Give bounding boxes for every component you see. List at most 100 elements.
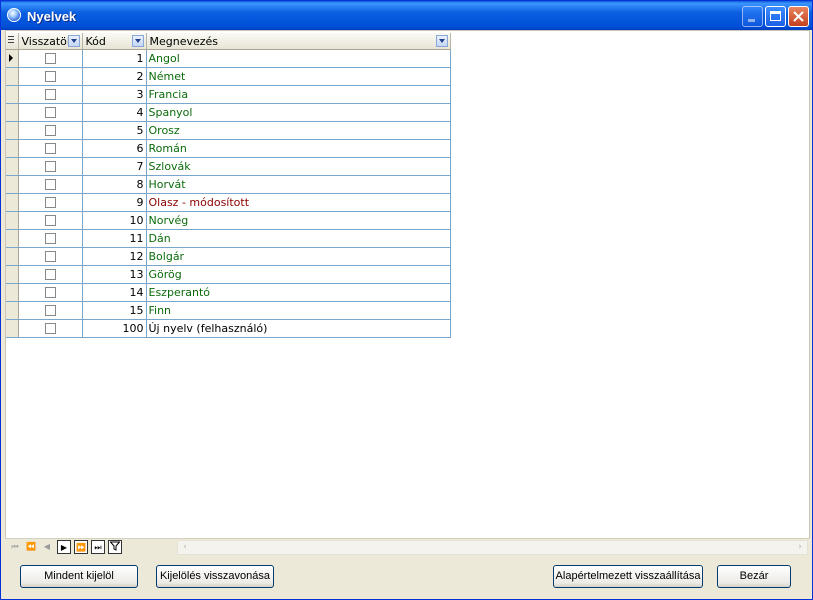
code-cell[interactable]: 9: [82, 193, 147, 212]
restore-cell[interactable]: [18, 67, 83, 86]
name-cell[interactable]: Eszperantó: [146, 283, 451, 302]
name-cell[interactable]: Görög: [146, 265, 451, 284]
name-cell[interactable]: Új nyelv (felhasználó): [146, 319, 451, 338]
name-cell[interactable]: Francia: [146, 85, 451, 104]
name-cell[interactable]: Orosz: [146, 121, 451, 140]
row-selector[interactable]: [6, 265, 19, 284]
name-cell[interactable]: Német: [146, 67, 451, 86]
first-record-icon[interactable]: ⏮: [8, 540, 22, 554]
restore-cell[interactable]: [18, 193, 83, 212]
name-cell[interactable]: Szlovák: [146, 157, 451, 176]
code-cell[interactable]: 10: [82, 211, 147, 230]
table-row[interactable]: 2 Német: [6, 67, 451, 86]
restore-checkbox[interactable]: [44, 305, 56, 316]
restore-cell[interactable]: [18, 85, 83, 104]
table-row[interactable]: 12 Bolgár: [6, 247, 451, 266]
previous-record-icon[interactable]: ◀: [40, 540, 54, 554]
restore-checkbox[interactable]: [44, 287, 56, 298]
column-header-name[interactable]: Megnevezés: [146, 33, 451, 50]
filter-dropdown-icon[interactable]: [131, 35, 144, 47]
row-selector[interactable]: [6, 67, 19, 86]
name-cell[interactable]: Dán: [146, 229, 451, 248]
code-cell[interactable]: 11: [82, 229, 147, 248]
restore-cell[interactable]: [18, 265, 83, 284]
row-selector[interactable]: [6, 193, 19, 212]
restore-checkbox[interactable]: [44, 143, 56, 154]
restore-checkbox[interactable]: [44, 197, 56, 208]
code-cell[interactable]: 4: [82, 103, 147, 122]
previous-page-icon[interactable]: ⏪: [24, 540, 38, 554]
undo-selection-button[interactable]: Kijelölés visszavonása: [156, 565, 274, 588]
table-row[interactable]: 9 Olasz - módosított: [6, 193, 451, 212]
restore-cell[interactable]: [18, 139, 83, 158]
next-record-icon[interactable]: ▶: [57, 540, 71, 554]
maximize-button[interactable]: [765, 6, 786, 27]
code-cell[interactable]: 13: [82, 265, 147, 284]
column-chooser[interactable]: [6, 33, 19, 50]
code-cell[interactable]: 100: [82, 319, 147, 338]
restore-cell[interactable]: [18, 157, 83, 176]
code-cell[interactable]: 15: [82, 301, 147, 320]
name-cell[interactable]: Norvég: [146, 211, 451, 230]
name-cell[interactable]: Román: [146, 139, 451, 158]
code-cell[interactable]: 5: [82, 121, 147, 140]
column-header-restore[interactable]: Visszatöl: [18, 33, 83, 50]
restore-cell[interactable]: [18, 121, 83, 140]
filter-dropdown-icon[interactable]: [67, 35, 80, 47]
row-selector[interactable]: [6, 103, 19, 122]
code-cell[interactable]: 1: [82, 49, 147, 68]
filter-icon[interactable]: [108, 540, 122, 554]
row-selector[interactable]: [6, 229, 19, 248]
row-selector[interactable]: [6, 121, 19, 140]
code-cell[interactable]: 6: [82, 139, 147, 158]
table-row[interactable]: 14 Eszperantó: [6, 283, 451, 302]
name-cell[interactable]: Spanyol: [146, 103, 451, 122]
table-row[interactable]: 7 Szlovák: [6, 157, 451, 176]
restore-cell[interactable]: [18, 103, 83, 122]
name-cell[interactable]: Horvát: [146, 175, 451, 194]
restore-cell[interactable]: [18, 229, 83, 248]
restore-checkbox[interactable]: [44, 71, 56, 82]
restore-cell[interactable]: [18, 211, 83, 230]
restore-checkbox[interactable]: [44, 161, 56, 172]
table-row[interactable]: 15 Finn: [6, 301, 451, 320]
filter-dropdown-icon[interactable]: [435, 35, 448, 47]
close-button[interactable]: Bezár: [717, 565, 791, 588]
code-cell[interactable]: 3: [82, 85, 147, 104]
minimize-button[interactable]: [742, 6, 763, 27]
restore-checkbox[interactable]: [44, 215, 56, 226]
restore-checkbox[interactable]: [44, 233, 56, 244]
row-selector[interactable]: [6, 139, 19, 158]
restore-cell[interactable]: [18, 319, 83, 338]
name-cell[interactable]: Angol: [146, 49, 451, 68]
name-cell[interactable]: Bolgár: [146, 247, 451, 266]
name-cell[interactable]: Olasz - módosított: [146, 193, 451, 212]
scroll-right-icon[interactable]: ›: [793, 541, 807, 554]
table-row[interactable]: 6 Román: [6, 139, 451, 158]
restore-cell[interactable]: [18, 301, 83, 320]
row-selector[interactable]: [6, 157, 19, 176]
restore-checkbox[interactable]: [44, 107, 56, 118]
close-window-button[interactable]: [788, 6, 809, 27]
row-selector[interactable]: [6, 319, 19, 338]
table-row[interactable]: 8 Horvát: [6, 175, 451, 194]
table-row[interactable]: 1 Angol: [6, 49, 451, 68]
code-cell[interactable]: 8: [82, 175, 147, 194]
code-cell[interactable]: 12: [82, 247, 147, 266]
restore-checkbox[interactable]: [44, 89, 56, 100]
row-selector[interactable]: [6, 175, 19, 194]
restore-checkbox[interactable]: [44, 53, 56, 64]
restore-checkbox[interactable]: [44, 125, 56, 136]
restore-checkbox[interactable]: [44, 251, 56, 262]
row-selector[interactable]: [6, 49, 19, 68]
restore-cell[interactable]: [18, 49, 83, 68]
restore-cell[interactable]: [18, 247, 83, 266]
select-all-button[interactable]: Mindent kijelöl: [20, 565, 138, 588]
column-header-code[interactable]: Kód: [82, 33, 147, 50]
restore-cell[interactable]: [18, 283, 83, 302]
table-row[interactable]: 4 Spanyol: [6, 103, 451, 122]
restore-default-button[interactable]: Alapértelmezett visszaállítása: [553, 565, 703, 588]
table-row[interactable]: 3 Francia: [6, 85, 451, 104]
scroll-left-icon[interactable]: ‹: [178, 541, 192, 554]
title-bar[interactable]: Nyelvek: [1, 1, 812, 30]
